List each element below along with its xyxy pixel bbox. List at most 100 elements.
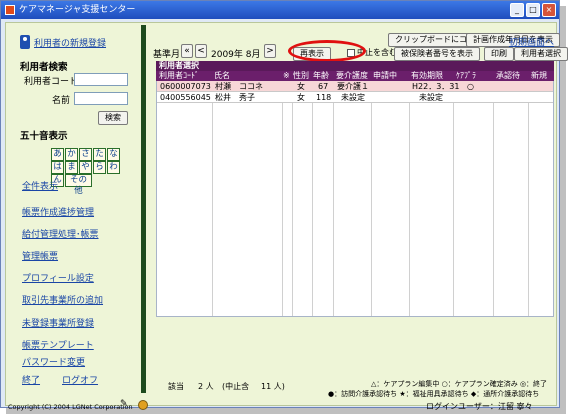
column-divider bbox=[312, 103, 313, 316]
pen-icon: ✎ bbox=[120, 399, 128, 409]
search-button[interactable]: 検索 bbox=[98, 111, 128, 125]
cell-code: 0600007073 bbox=[160, 82, 211, 91]
column-divider bbox=[212, 103, 213, 316]
kana-ma[interactable]: ま bbox=[65, 161, 78, 174]
cell-age: 67 bbox=[318, 82, 329, 91]
minimize-button[interactable]: _ bbox=[510, 3, 524, 17]
kana-ha[interactable]: は bbox=[51, 161, 64, 174]
table-title: 利用者選択 bbox=[156, 61, 554, 71]
name-input[interactable] bbox=[74, 92, 128, 105]
maximize-button[interactable]: □ bbox=[526, 3, 540, 17]
window-title: ケアマネージャ支援センター bbox=[19, 5, 136, 15]
kana-ya[interactable]: や bbox=[79, 161, 92, 174]
cell-sex: 女 bbox=[297, 93, 305, 102]
kana-other[interactable]: その他 bbox=[65, 174, 92, 196]
cell-care: 未設定 bbox=[341, 93, 365, 102]
title-bar: ケアマネージャ支援センター _ □ × bbox=[1, 1, 559, 19]
user-code-input[interactable] bbox=[74, 73, 128, 86]
app-window: ケアマネージャ支援センター _ □ × 利用者の新規登録 利用者検索 利用者コー… bbox=[0, 0, 568, 411]
column-divider bbox=[409, 103, 410, 316]
col-name: 氏名 bbox=[214, 71, 230, 80]
cell-expiry: 未設定 bbox=[419, 93, 443, 102]
close-button[interactable]: × bbox=[542, 3, 556, 17]
prev-month-button[interactable]: < bbox=[195, 44, 207, 58]
login-user: 江留 寧々 bbox=[498, 402, 533, 411]
kana-na[interactable]: な bbox=[107, 148, 120, 161]
year-month: 2009年 8月 bbox=[211, 50, 261, 60]
highlight-circle bbox=[288, 40, 366, 62]
kana-ka[interactable]: か bbox=[65, 148, 78, 161]
col-code: 利用者ｺｰﾄﾞ bbox=[159, 71, 199, 80]
search-heading: 利用者検索 bbox=[20, 62, 68, 73]
col-sex: 性別 bbox=[293, 71, 309, 80]
next-month-button[interactable]: > bbox=[264, 44, 276, 58]
column-divider bbox=[333, 103, 334, 316]
user-icon bbox=[20, 35, 30, 49]
sidebar-link-unregistered[interactable]: 未登録事業所登録 bbox=[22, 316, 94, 329]
cell-age: 118 bbox=[316, 93, 332, 102]
first-month-button[interactable]: « bbox=[181, 44, 193, 58]
kana-ta[interactable]: た bbox=[93, 148, 106, 161]
sidebar-link-management[interactable]: 管理帳票 bbox=[22, 249, 58, 262]
col-new: 新規 bbox=[531, 71, 547, 80]
col-plan: ｹｱﾌﾟﾗ bbox=[456, 71, 476, 80]
kana-a[interactable]: あ bbox=[51, 148, 64, 161]
legend-line-2: ●：訪問介護承認待ち ★：福祉用具承認待ち ◆：通所介護承認待ち bbox=[328, 390, 540, 398]
cell-care: 要介護１ bbox=[337, 82, 369, 91]
month-label: 基準月 bbox=[153, 50, 181, 60]
col-mark: ※ bbox=[283, 71, 290, 80]
sidebar-link-add-office[interactable]: 取引先事業所の追加 bbox=[22, 293, 103, 306]
kana-ra[interactable]: ら bbox=[93, 161, 106, 174]
end-link[interactable]: 終了 bbox=[22, 373, 40, 386]
count-value: 2 人 bbox=[198, 382, 214, 391]
sidebar: 利用者の新規登録 利用者検索 利用者コード 名前 検索 五十音表示 あ か さ … bbox=[6, 23, 146, 398]
user-code-label: 利用者コード bbox=[24, 77, 79, 87]
kana-wa[interactable]: わ bbox=[107, 161, 120, 174]
cell-plan: ○ bbox=[467, 82, 474, 91]
table-row[interactable]: 0600007073 村瀬 ココネ 女 67 要介護１ H22．3．31 ○ bbox=[157, 81, 553, 92]
sidebar-link-profile[interactable]: プロフィール設定 bbox=[22, 271, 94, 284]
sidebar-divider bbox=[141, 25, 146, 393]
sidebar-link-template[interactable]: 帳票テンプレート bbox=[22, 338, 94, 351]
sidebar-link-password[interactable]: パスワード変更 bbox=[22, 355, 85, 368]
logoff-link[interactable]: ログオフ bbox=[62, 373, 98, 386]
sidebar-link-progress[interactable]: 帳票作成進捗管理 bbox=[22, 205, 94, 218]
cell-expiry: H22．3．31 bbox=[412, 82, 460, 91]
user-select-button[interactable]: 利用者選択 bbox=[514, 47, 568, 61]
sidebar-link-benefit[interactable]: 給付管理処理･帳票 bbox=[22, 227, 99, 240]
status-icon bbox=[138, 400, 148, 410]
kana-heading: 五十音表示 bbox=[20, 131, 68, 142]
cell-name: 村瀬 ココネ bbox=[215, 82, 263, 91]
print-button[interactable]: 印刷 bbox=[484, 47, 514, 61]
column-divider bbox=[528, 103, 529, 316]
insured-number-button[interactable]: 被保険者番号を表示 bbox=[394, 47, 480, 61]
register-user-link[interactable]: 利用者の新規登録 bbox=[34, 36, 106, 49]
cell-code: 0400556045 bbox=[160, 93, 211, 102]
col-age: 年齢 bbox=[313, 71, 329, 80]
show-all-link[interactable]: 全件表示 bbox=[22, 179, 58, 192]
copyright: Copyright (C) 2004 LGNet Corporation bbox=[8, 403, 133, 411]
column-divider bbox=[371, 103, 372, 316]
col-approval: 承認待 bbox=[496, 71, 520, 80]
user-table: 利用者選択 利用者ｺｰﾄﾞ 氏名 ※ 性別 年齢 要介護度 申請中 有効期限 ｹ… bbox=[156, 61, 554, 317]
table-row[interactable]: 0400556045 松井 秀子 女 118 未設定 未設定 bbox=[157, 92, 553, 103]
column-divider bbox=[493, 103, 494, 316]
kana-sa[interactable]: さ bbox=[79, 148, 92, 161]
stopped-label: (中止含 bbox=[222, 382, 250, 391]
name-label: 名前 bbox=[52, 96, 71, 106]
register-user[interactable]: 利用者の新規登録 bbox=[20, 35, 106, 49]
col-care: 要介護度 bbox=[336, 71, 368, 80]
stopped-count: 11 人) bbox=[261, 382, 285, 391]
main-content: 利用者の新規登録 利用者検索 利用者コード 名前 検索 五十音表示 あ か さ … bbox=[5, 22, 568, 411]
col-expiry: 有効期限 bbox=[411, 71, 443, 80]
cell-name: 松井 秀子 bbox=[215, 93, 255, 102]
col-pending: 申請中 bbox=[373, 71, 397, 80]
column-divider bbox=[282, 103, 283, 316]
column-divider bbox=[453, 103, 454, 316]
app-icon bbox=[5, 5, 15, 15]
column-divider bbox=[292, 103, 293, 316]
login-label: ログインユーザー： bbox=[426, 402, 498, 411]
legend-line-1: △：ケアプラン編集中 ○：ケアプラン確定済み ◎：終了 bbox=[371, 380, 548, 388]
cell-sex: 女 bbox=[297, 82, 305, 91]
count-label: 該当 bbox=[168, 382, 184, 391]
